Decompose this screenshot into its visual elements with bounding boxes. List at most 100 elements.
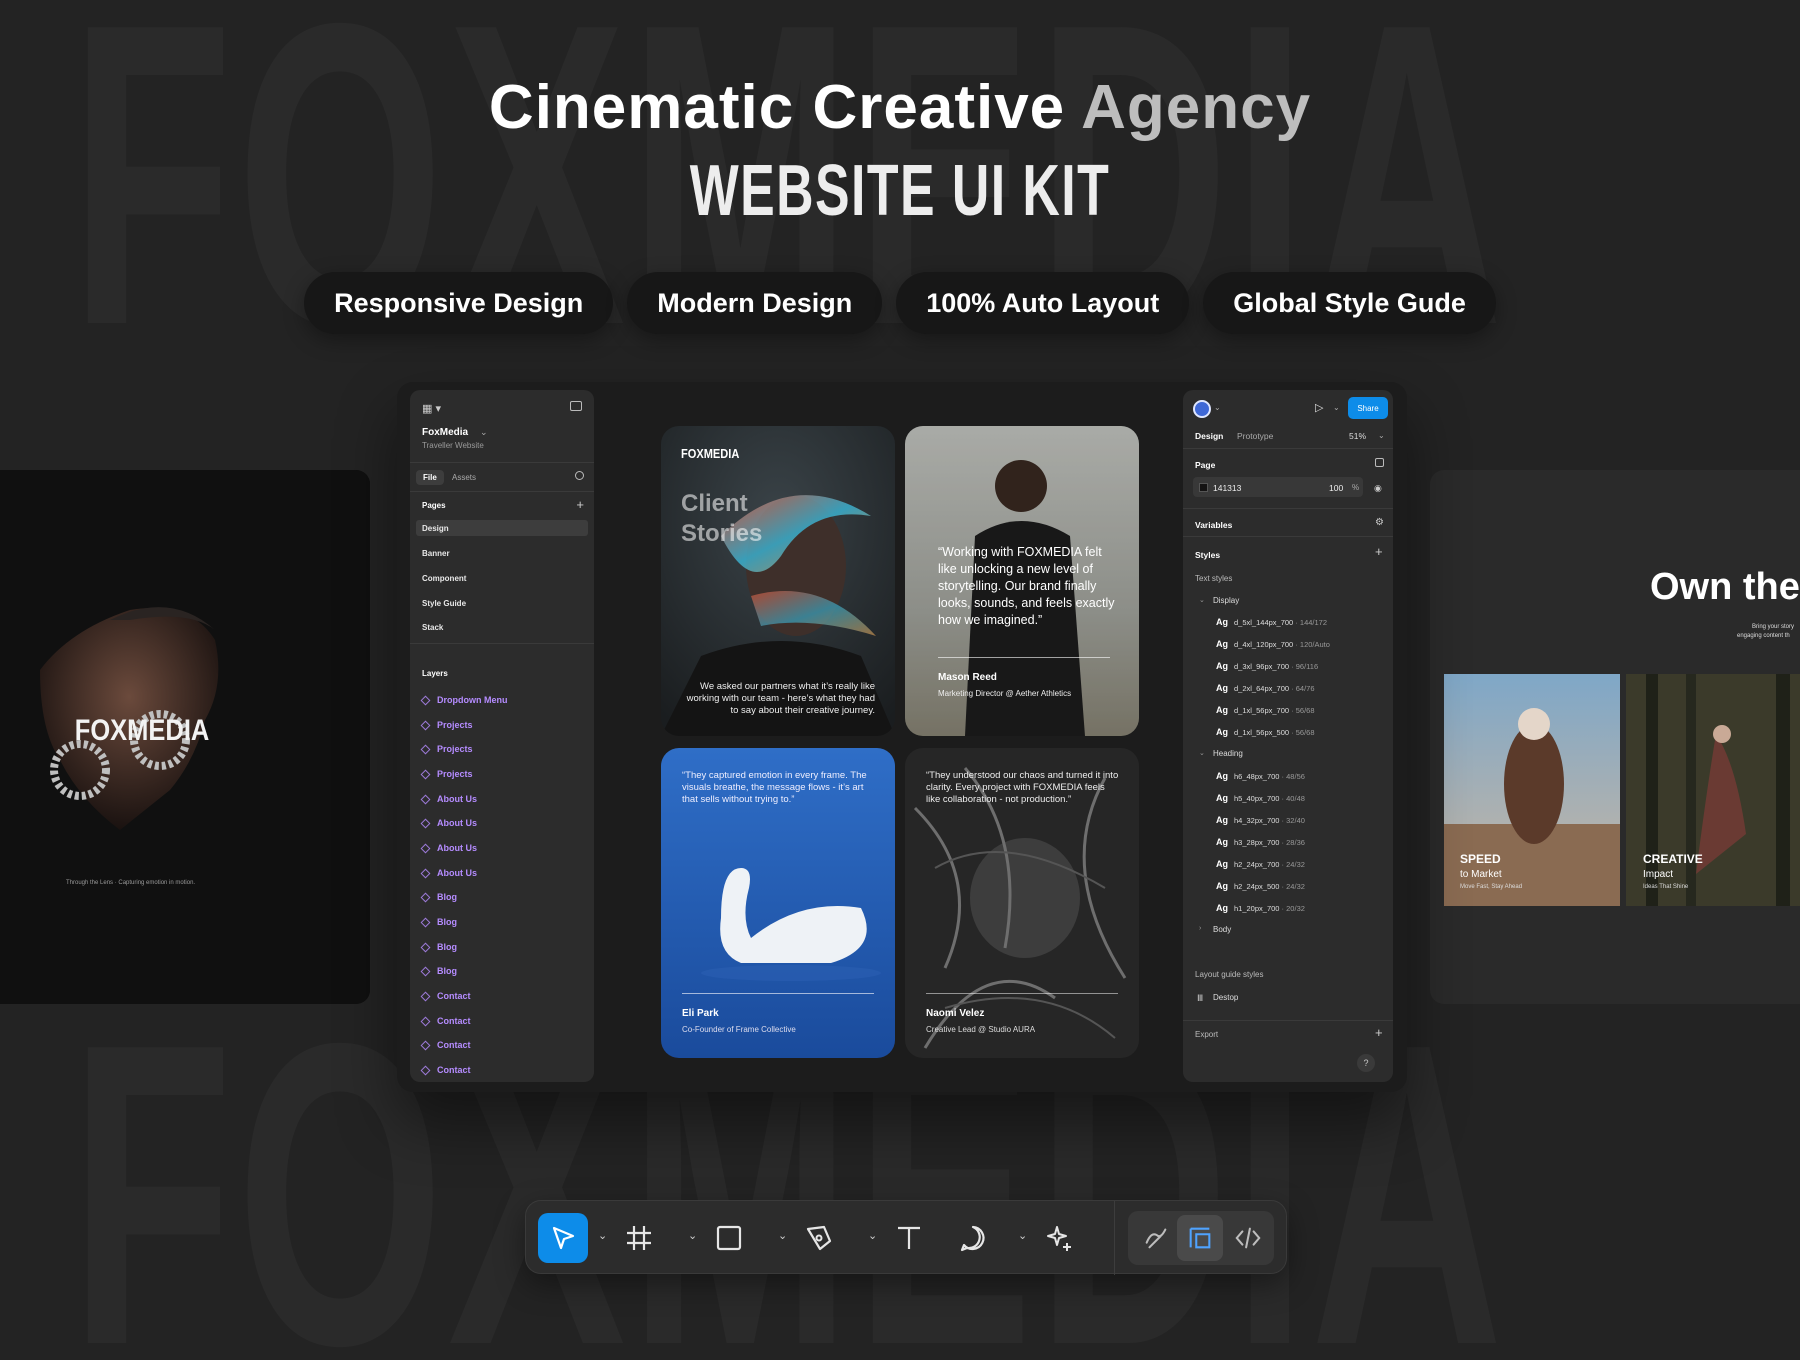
chevron-down-icon[interactable]: ⌄	[688, 1229, 698, 1242]
layer-item[interactable]: Projects	[420, 769, 473, 779]
page-design[interactable]: Design	[422, 524, 449, 533]
layer-item[interactable]: Projects	[420, 720, 473, 730]
page-stack[interactable]: Stack	[422, 623, 443, 632]
text-style-row[interactable]: Ag d_4xl_120px_700 · 120/Auto	[1216, 639, 1330, 649]
text-tool-button[interactable]	[884, 1213, 934, 1263]
page-component[interactable]: Component	[422, 574, 466, 583]
page-opacity-value[interactable]: 100	[1329, 483, 1343, 493]
layer-item[interactable]: Contact	[420, 1016, 471, 1026]
body-group-label[interactable]: Body	[1213, 925, 1231, 934]
layer-item[interactable]: Blog	[420, 892, 457, 902]
layout-guide-item[interactable]: Destop	[1213, 993, 1238, 1002]
layer-item[interactable]: Blog	[420, 942, 457, 952]
percent-unit: %	[1352, 483, 1360, 492]
text-style-row[interactable]: Ag d_2xl_64px_700 · 64/76	[1216, 683, 1315, 693]
draw-mode-button[interactable]	[1131, 1213, 1181, 1263]
page-color-value[interactable]: 141313	[1213, 483, 1241, 493]
page-banner[interactable]: Banner	[422, 549, 450, 558]
layers-panel: ▦ ▾ FoxMedia ⌄ Traveller Website File As…	[410, 390, 594, 1082]
layer-item[interactable]: About Us	[420, 794, 477, 804]
design-mode-button[interactable]	[1177, 1215, 1223, 1261]
draw-icon	[1145, 1228, 1167, 1249]
rectangle-tool-button[interactable]	[704, 1213, 754, 1263]
move-tool-button[interactable]	[538, 1213, 588, 1263]
dev-mode-button[interactable]	[1223, 1213, 1273, 1263]
layer-item[interactable]: Contact	[420, 1040, 471, 1050]
share-button[interactable]: Share	[1348, 397, 1388, 419]
heading-group-label[interactable]: Heading	[1213, 749, 1243, 758]
text-style-row[interactable]: Ag h3_28px_700 · 28/36	[1216, 837, 1305, 847]
layer-item[interactable]: Contact	[420, 991, 471, 1001]
text-style-row[interactable]: Ag h1_20px_700 · 20/32	[1216, 903, 1305, 913]
style-preview: Ag	[1216, 881, 1228, 891]
tab-file[interactable]: File	[416, 470, 444, 485]
hero-title-part: Cinematic Creative	[488, 73, 1082, 142]
text-style-row[interactable]: Ag h6_48px_700 · 48/56	[1216, 771, 1305, 781]
chevron-down-icon[interactable]: ⌄	[1018, 1229, 1028, 1242]
page-style-guide[interactable]: Style Guide	[422, 599, 466, 608]
comment-tool-button[interactable]	[948, 1213, 998, 1263]
layer-item[interactable]: Projects	[420, 744, 473, 754]
collapse-icon[interactable]: ⌄	[1199, 749, 1205, 757]
pen-tool-button[interactable]	[794, 1213, 844, 1263]
style-preview: Ag	[1216, 705, 1228, 715]
layer-item[interactable]: Dropdown Menu	[420, 695, 508, 705]
layer-item[interactable]: About Us	[420, 818, 477, 828]
layer-label: Projects	[437, 744, 473, 754]
text-style-row[interactable]: Ag h2_24px_700 · 24/32	[1216, 859, 1305, 869]
chevron-down-icon[interactable]: ⌄	[480, 427, 488, 438]
actions-tool-button[interactable]	[1034, 1213, 1084, 1263]
frame-tool-button[interactable]	[614, 1213, 664, 1263]
tab-prototype[interactable]: Prototype	[1237, 431, 1273, 441]
display-group-label[interactable]: Display	[1213, 596, 1239, 605]
tool-bar: ⌄ ⌄ ⌄ ⌄ ⌄	[525, 1200, 1287, 1275]
testimonial-quote: “They captured emotion in every frame. T…	[682, 770, 867, 805]
chevron-down-icon[interactable]: ⌄	[598, 1229, 608, 1242]
sidebar-toggle-icon[interactable]	[570, 401, 582, 411]
layer-item[interactable]: About Us	[420, 868, 477, 878]
chevron-down-icon[interactable]: ⌄	[1214, 403, 1221, 412]
portrait-image: FOXMEDIA Through the Lens · Capturing em…	[0, 470, 370, 1004]
project-name[interactable]: FoxMedia	[422, 427, 468, 438]
text-style-row[interactable]: Ag h4_32px_700 · 32/40	[1216, 815, 1305, 825]
color-swatch[interactable]	[1199, 483, 1208, 492]
zoom-level[interactable]: 51%	[1349, 431, 1366, 441]
layer-item[interactable]: Contact	[420, 1065, 471, 1075]
chevron-down-icon[interactable]: ⌄	[1378, 431, 1385, 440]
chevron-down-icon[interactable]: ⌄	[1333, 403, 1340, 412]
style-name: h3_28px_700	[1234, 838, 1280, 847]
chevron-down-icon[interactable]: ⌄	[868, 1229, 878, 1242]
text-style-row[interactable]: Ag d_5xl_144px_700 · 144/172	[1216, 617, 1327, 627]
search-icon[interactable]	[575, 471, 584, 480]
divider	[1183, 536, 1393, 537]
text-style-row[interactable]: Ag d_3xl_96px_700 · 96/116	[1216, 661, 1318, 671]
play-icon[interactable]: ▷	[1315, 401, 1323, 414]
layer-item[interactable]: Blog	[420, 917, 457, 927]
component-icon	[420, 917, 431, 927]
add-style-icon[interactable]: +	[1375, 544, 1383, 559]
help-button[interactable]: ?	[1357, 1054, 1375, 1072]
text-style-row[interactable]: Ag d_1xl_56px_500 · 56/68	[1216, 727, 1315, 737]
add-page-icon[interactable]: +	[576, 497, 584, 512]
divider	[682, 993, 874, 994]
chevron-down-icon[interactable]: ⌄	[778, 1229, 788, 1242]
text-style-row[interactable]: Ag h2_24px_500 · 24/32	[1216, 881, 1305, 891]
figma-menu-icon[interactable]: ▦ ▾	[422, 402, 441, 415]
style-name: d_5xl_144px_700	[1234, 618, 1294, 627]
text-style-row[interactable]: Ag h5_40px_700 · 40/48	[1216, 793, 1305, 803]
collapse-icon[interactable]: ⌄	[1199, 596, 1205, 604]
page-settings-icon[interactable]	[1375, 458, 1384, 467]
text-style-row[interactable]: Ag d_1xl_56px_700 · 56/68	[1216, 705, 1315, 715]
add-export-icon[interactable]: +	[1375, 1025, 1383, 1040]
tab-assets[interactable]: Assets	[452, 473, 476, 482]
tab-design[interactable]: Design	[1195, 431, 1223, 441]
layer-item[interactable]: About Us	[420, 843, 477, 853]
component-icon	[420, 818, 431, 828]
eye-icon[interactable]: ◉	[1374, 483, 1382, 494]
avatar[interactable]	[1193, 400, 1211, 418]
variables-settings-icon[interactable]: ⚙	[1375, 517, 1384, 528]
layer-item[interactable]: Blog	[420, 966, 457, 976]
layer-label: About Us	[437, 843, 477, 853]
style-name: h4_32px_700	[1234, 816, 1280, 825]
expand-icon[interactable]: ›	[1199, 925, 1201, 932]
